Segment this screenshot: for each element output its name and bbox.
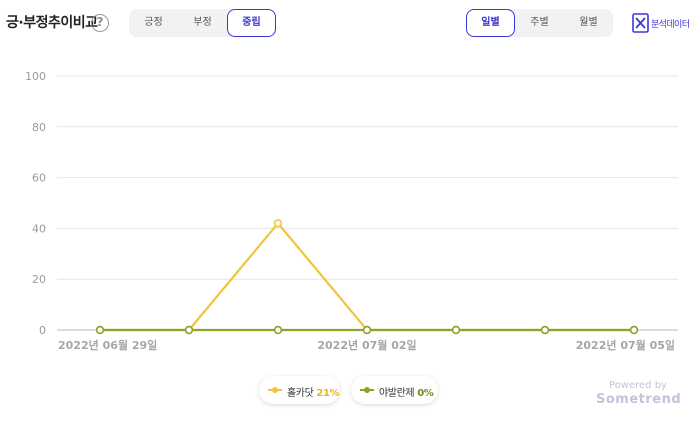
page-title: 긍·부정추이비교 xyxy=(6,15,98,31)
powered-by-logo: Powered by Sometrend xyxy=(596,380,682,407)
tab-neutral[interactable]: 중립 xyxy=(227,9,276,37)
trend-chart-svg: 0 20 40 60 80 100 2022년 06월 29일 2022년 07월 02일 20… xyxy=(25,70,678,352)
sentiment-toggle: 긍정 부정 중립 xyxy=(129,9,276,37)
series-2-point-6 xyxy=(629,325,639,335)
x-tick-label-0: 2022년 06월 29일 xyxy=(58,338,157,352)
period-toggle: 일별 주별 월별 xyxy=(466,9,613,37)
tab-negative[interactable]: 부정 xyxy=(178,9,227,37)
tab-weekly[interactable]: 주별 xyxy=(515,9,564,37)
excel-icon xyxy=(632,13,649,33)
series-2-point-2 xyxy=(273,325,283,335)
series-1-point-2 xyxy=(273,219,283,228)
legend-marker-series-1 xyxy=(268,387,282,393)
series-2-point-5 xyxy=(540,325,550,335)
legend-item-series-2[interactable]: 야발란제 0% xyxy=(351,376,438,404)
y-tick-label-80: 80 xyxy=(32,121,46,134)
tab-daily[interactable]: 일별 xyxy=(466,9,515,37)
legend-value-series-1: 21% xyxy=(316,388,340,399)
x-tick-label-2: 2022년 07월 05일 xyxy=(576,338,675,352)
tab-monthly[interactable]: 월별 xyxy=(564,9,613,37)
series-2-point-4 xyxy=(451,325,461,335)
help-icon[interactable]: ? xyxy=(91,14,109,32)
export-data-label: 분석데이터 xyxy=(651,20,690,30)
tab-positive[interactable]: 긍정 xyxy=(129,9,178,37)
series-line-1 xyxy=(100,222,634,332)
y-tick-label-60: 60 xyxy=(32,172,46,185)
series-2-point-0 xyxy=(95,325,105,335)
y-tick-label-20: 20 xyxy=(32,273,46,286)
y-tick-label-40: 40 xyxy=(32,222,46,235)
x-tick-label-1: 2022년 07월 02일 xyxy=(317,338,416,352)
legend-item-series-1[interactable]: 홀카닷 21% xyxy=(259,376,340,404)
trend-chart: 0 20 40 60 80 100 2022년 06월 29일 2022년 07월 02일 20… xyxy=(0,50,700,360)
export-data-button[interactable]: 분석데이터 xyxy=(632,13,696,35)
y-tick-label-100: 100 xyxy=(25,70,46,83)
chart-header: 긍·부정추이비교 ? 긍정 부정 중립 일별 주별 월별 분석데이터 xyxy=(0,0,700,46)
brand-logo-text: Sometrend xyxy=(596,392,682,407)
y-tick-label-0: 0 xyxy=(39,324,46,337)
legend-value-series-2: 0% xyxy=(417,388,434,399)
series-2-point-3 xyxy=(362,325,372,335)
legend-label-series-1: 홀카닷 xyxy=(287,388,314,399)
series-2-point-1 xyxy=(184,325,194,335)
powered-by-text: Powered by xyxy=(609,380,667,391)
legend-label-series-2: 야발란제 xyxy=(379,388,415,399)
legend-marker-series-2 xyxy=(360,387,374,393)
